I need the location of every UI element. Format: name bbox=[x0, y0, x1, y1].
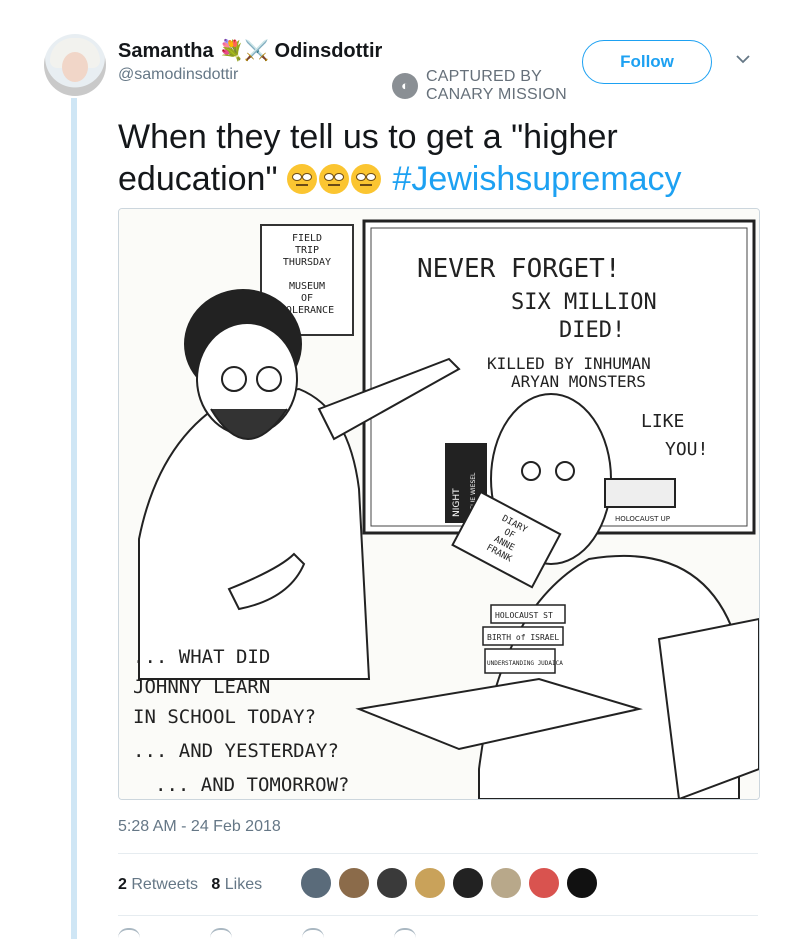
liker-avatar[interactable] bbox=[528, 867, 560, 899]
canary-watermark: ◐ CAPTURED BY CANARY MISSION bbox=[392, 68, 567, 104]
liker-avatar[interactable] bbox=[490, 867, 522, 899]
hashtag-link[interactable]: #Jewishsupremacy bbox=[392, 160, 681, 198]
board-line-6: LIKE bbox=[641, 411, 684, 432]
board-line-5: ARYAN MONSTERS bbox=[511, 372, 646, 391]
caption-line-3: IN SCHOOL TODAY? bbox=[133, 706, 316, 728]
divider-bottom bbox=[118, 915, 758, 916]
retweet-icon[interactable] bbox=[210, 928, 232, 940]
thread-line bbox=[71, 98, 77, 939]
watermark-line1: CAPTURED BY bbox=[426, 68, 542, 85]
tweet-timestamp[interactable]: 5:28 AM - 24 Feb 2018 bbox=[118, 818, 281, 836]
liker-avatars bbox=[300, 867, 604, 899]
caption-line-5: ... AND TOMORROW? bbox=[155, 774, 349, 796]
caption-line-4: ... AND YESTERDAY? bbox=[133, 740, 339, 762]
reply-icon[interactable] bbox=[118, 928, 140, 940]
stack-book-1: HOLOCAUST ST bbox=[495, 611, 553, 620]
retweets-label[interactable]: Retweets bbox=[131, 876, 198, 893]
liker-avatar[interactable] bbox=[566, 867, 598, 899]
night-book-title: NIGHT bbox=[452, 488, 462, 517]
book-stack: HOLOCAUST ST BIRTH of ISRAEL UNDERSTANDI… bbox=[482, 604, 566, 674]
liker-avatar[interactable] bbox=[414, 867, 446, 899]
like-icon[interactable] bbox=[302, 928, 324, 940]
sign-line-3: THURSDAY bbox=[283, 257, 331, 268]
action-bar bbox=[118, 928, 416, 940]
liker-avatar[interactable] bbox=[338, 867, 370, 899]
stack-book-2: BIRTH of ISRAEL bbox=[487, 633, 559, 642]
cartoon-drawing: FIELD TRIP THURSDAY MUSEUM OF TOLERANCE … bbox=[119, 209, 759, 799]
sign-line-4: MUSEUM bbox=[289, 281, 325, 292]
eye-roll-emoji-2 bbox=[318, 164, 349, 194]
liker-avatar[interactable] bbox=[300, 867, 332, 899]
tweet-image[interactable]: FIELD TRIP THURSDAY MUSEUM OF TOLERANCE … bbox=[118, 208, 760, 800]
eye-roll-emoji-3 bbox=[350, 164, 381, 194]
display-name-emojis: 💐⚔️ bbox=[219, 40, 269, 62]
avatar-face bbox=[62, 52, 88, 82]
sign-line-2: TRIP bbox=[295, 245, 319, 256]
watermark-line2: CANARY MISSION bbox=[426, 86, 567, 103]
avatar[interactable] bbox=[44, 34, 106, 96]
liker-avatar[interactable] bbox=[452, 867, 484, 899]
liker-avatar[interactable] bbox=[376, 867, 408, 899]
board-line-1: NEVER FORGET! bbox=[417, 254, 621, 284]
likes-count[interactable]: 8 bbox=[211, 876, 220, 893]
user-handle[interactable]: @samodinsdottir bbox=[118, 66, 238, 84]
tweet-text: When they tell us to get a "higher educa… bbox=[118, 116, 778, 200]
board-line-4: KILLED BY INHUMAN bbox=[487, 354, 651, 373]
follow-button[interactable]: Follow bbox=[582, 40, 712, 84]
display-name-first: Samantha bbox=[118, 40, 214, 62]
chevron-down-icon[interactable] bbox=[736, 52, 750, 66]
eye-roll-emoji-1 bbox=[286, 164, 317, 194]
divider-top bbox=[118, 853, 758, 854]
canary-icon: ◐ bbox=[392, 73, 418, 99]
stack-book-3: UNDERSTANDING JUDAICA bbox=[487, 660, 563, 667]
caption-line-1: ... WHAT DID bbox=[133, 646, 270, 668]
board-line-2: SIX MILLION bbox=[511, 290, 657, 315]
radio-label: HOLOCAUST UP bbox=[615, 515, 670, 523]
board-line-3: DIED! bbox=[559, 318, 625, 343]
display-name-last: Odinsdottir bbox=[274, 40, 383, 62]
sign-line-5: OF bbox=[301, 293, 313, 304]
tweet-stats: 2 Retweets 8 Likes bbox=[118, 876, 262, 894]
board-line-7: YOU! bbox=[665, 439, 708, 460]
likes-label[interactable]: Likes bbox=[225, 876, 262, 893]
sign-line-1: FIELD bbox=[292, 233, 322, 244]
caption-line-2: JOHNNY LEARN bbox=[133, 676, 270, 698]
retweets-count[interactable]: 2 bbox=[118, 876, 127, 893]
message-icon[interactable] bbox=[394, 928, 416, 940]
display-name[interactable]: Samantha 💐⚔️ Odinsdottir bbox=[118, 38, 382, 63]
